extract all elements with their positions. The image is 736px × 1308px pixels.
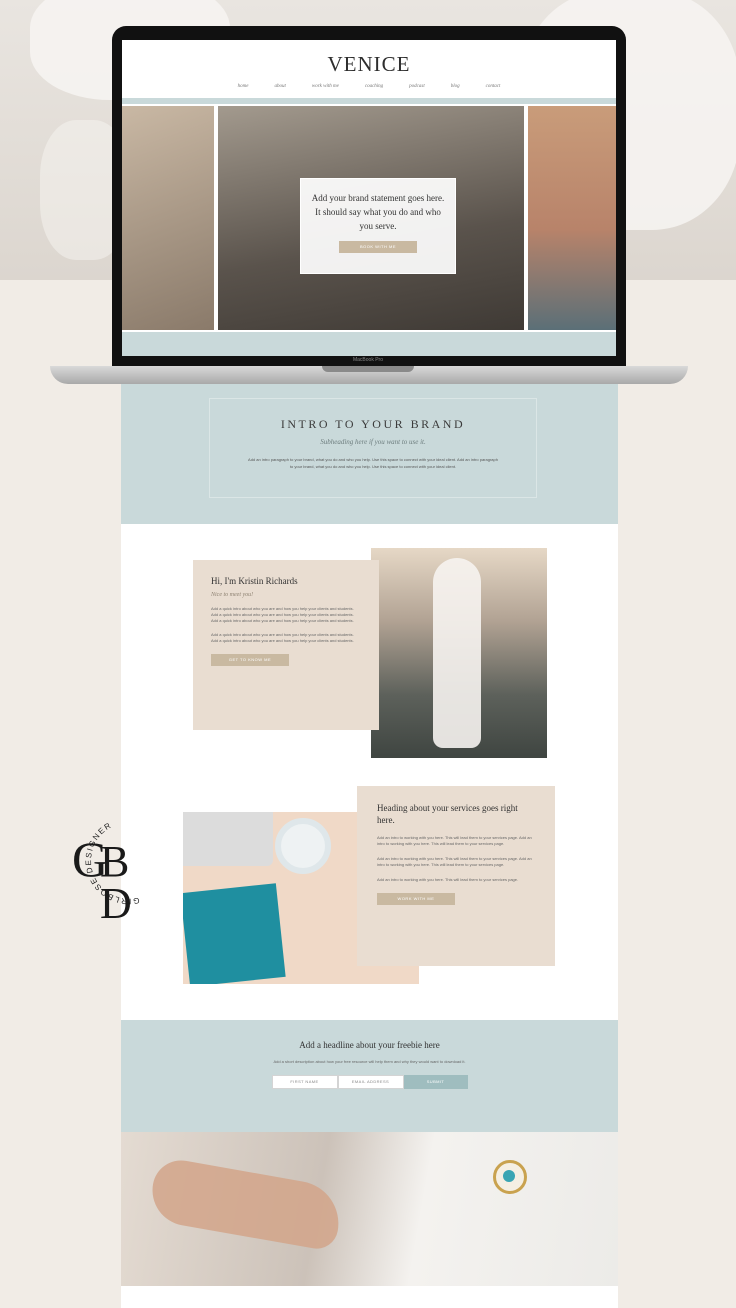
gallery-image-right (528, 106, 616, 330)
hero-statement-card: Add your brand statement goes here. It s… (300, 178, 456, 274)
services-title: Heading about your services goes right h… (377, 803, 518, 825)
services-paragraph-3: Add an intro to working with you here. T… (377, 877, 519, 882)
about-title: Hi, I'm Kristin Richards (211, 576, 298, 586)
coffee-cup-shape (275, 818, 331, 874)
services-paragraph-2: Add an intro to working with you here. T… (377, 856, 532, 867)
about-button[interactable]: GET TO KNOW ME (211, 654, 289, 666)
hero-book-button[interactable]: BOOK WITH ME (339, 241, 417, 253)
about-photo (371, 548, 547, 758)
woman-figure (433, 558, 481, 748)
freebie-title: Add a headline about your freebie here (299, 1040, 440, 1050)
bottom-photo (121, 1132, 618, 1286)
nav-item-podcast[interactable]: podcast (409, 84, 425, 89)
intro-title: INTRO TO YOUR BRAND (280, 417, 466, 431)
hand-shape (146, 1155, 346, 1253)
laptop-model-label: MacBook Pro (352, 357, 383, 363)
laptop-notch (322, 366, 414, 372)
freebie-form: FIRST NAME EMAIL ADDRESS SUBMIT (121, 1075, 618, 1089)
nav-item-about[interactable]: about (275, 84, 286, 89)
laptop-mockup: VENICE home about work with me coaching … (112, 26, 626, 368)
pendant-gem (503, 1170, 515, 1182)
intro-box: INTRO TO YOUR BRAND Subheading here if y… (209, 398, 537, 498)
hero-statement: Add your brand statement goes here. It s… (311, 193, 445, 231)
intro-section: INTRO TO YOUR BRAND Subheading here if y… (121, 384, 618, 524)
nav-item-contact[interactable]: contact (486, 84, 501, 89)
intro-subtitle: Subheading here if you want to use it. (320, 438, 426, 446)
nav-item-home[interactable]: home (238, 84, 249, 89)
gallery-image-left (122, 106, 214, 330)
gbd-logo-icon: GIRLBOSE DESIGNER G B D (72, 820, 138, 928)
nav-item-work-with-me[interactable]: work with me (312, 84, 339, 89)
nav-divider-band (122, 98, 616, 104)
site-nav: home about work with me coaching podcast… (122, 84, 616, 89)
about-subtitle: Nice to meet you! (211, 592, 254, 598)
nav-item-blog[interactable]: blog (451, 84, 460, 89)
letter-d: D (100, 879, 132, 926)
screen-bottom-band (122, 332, 616, 356)
first-name-field[interactable]: FIRST NAME (271, 1075, 338, 1089)
laptop-screen: VENICE home about work with me coaching … (122, 40, 616, 356)
services-button[interactable]: WORK WITH ME (377, 893, 455, 905)
about-body-1: Add a quick intro about who you are and … (211, 606, 354, 623)
freebie-body: Add a short description about how your f… (273, 1059, 466, 1064)
email-field[interactable]: EMAIL ADDRESS (337, 1075, 404, 1089)
services-paragraph-1: Add an intro to working with you here. T… (377, 835, 532, 846)
about-card: Hi, I'm Kristin Richards Nice to meet yo… (193, 560, 379, 730)
nav-item-coaching[interactable]: coaching (365, 84, 383, 89)
services-card: Heading about your services goes right h… (357, 786, 555, 966)
about-body-2: Add a quick intro about who you are and … (211, 632, 354, 643)
site-logo[interactable]: VENICE (122, 52, 616, 77)
submit-button[interactable]: SUBMIT (403, 1075, 468, 1089)
notebook-shape (183, 883, 286, 984)
page-preview: INTRO TO YOUR BRAND Subheading here if y… (121, 384, 618, 1308)
keyboard-shape (183, 812, 273, 866)
freebie-section: Add a headline about your freebie here A… (121, 1020, 618, 1132)
intro-body: Add an intro paragraph to your brand, wh… (248, 457, 498, 469)
gbd-logo-badge: GIRLBOSE DESIGNER G B D (54, 810, 150, 928)
